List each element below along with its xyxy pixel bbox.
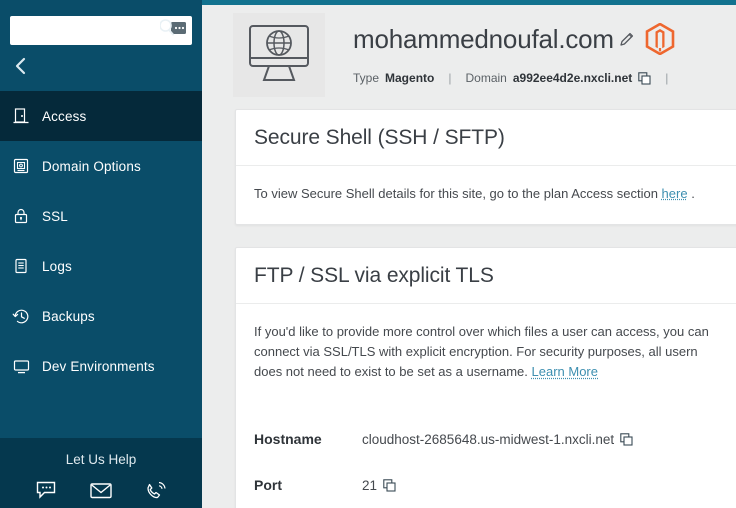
site-thumbnail [233,13,325,97]
site-header: mohammednoufal.com Type Magento | Domain… [205,5,736,109]
let-us-help-title: Let Us Help [65,452,137,467]
sidebar-item-label: Access [42,108,87,124]
ftp-description-line-2: connect via SSL/TLS with explicit encryp… [254,344,698,360]
separator: | [448,71,452,85]
sidebar-item-label: Backups [42,308,95,324]
type-label: Type [353,71,380,85]
page-title: mohammednoufal.com [353,23,614,54]
site-title-row: mohammednoufal.com [353,23,682,55]
ftp-description-line-3-text: does not need to exist to be set as a us… [254,364,532,380]
sidebar-collapse-row [0,45,202,87]
secure-shell-card-body: To view Secure Shell details for this si… [236,166,736,224]
ftp-description-line-3: does not need to exist to be set as a us… [254,362,736,382]
sidebar-item-label: Logs [42,258,72,274]
hostname-label: Hostname [254,430,322,447]
secure-shell-card-header: Secure Shell (SSH / SFTP) [236,110,736,166]
phone-icon[interactable] [143,478,169,502]
site-meta: mohammednoufal.com Type Magento | Domain… [325,13,682,85]
let-us-help-icons [0,478,202,502]
content-scroll-area: mohammednoufal.com Type Magento | Domain… [202,5,736,508]
ssh-here-link[interactable]: here [662,186,688,201]
sidebar: Access Domain Options SSL Logs Backups D… [0,0,202,508]
envelope-icon[interactable] [88,478,114,502]
access-door-icon [11,106,31,126]
copy-icon[interactable] [638,71,651,85]
trailing-separator: | [665,71,669,85]
search-icon[interactable] [159,19,188,42]
lock-icon [11,206,31,226]
clock-history-icon [11,306,31,326]
chevron-left-icon[interactable] [8,53,34,79]
hostname-value: cloudhost-2685648.us-midwest-1.nxcli.net [362,431,615,447]
copy-icon[interactable] [383,478,396,492]
sidebar-search-area [0,0,202,45]
secure-shell-text-after: . [687,186,695,201]
secure-shell-description: To view Secure Shell details for this si… [254,184,736,204]
chat-bubble-icon[interactable] [33,478,59,502]
secure-shell-card: Secure Shell (SSH / SFTP) To view Secure… [235,109,736,226]
hostname-row: Hostname cloudhost-2685648.us-midwest-1.… [236,431,736,447]
type-value: Magento [385,71,435,85]
sidebar-item-dev-environments[interactable]: Dev Environments [0,341,202,391]
sidebar-item-label: Dev Environments [42,358,155,374]
port-row: Port 21 [236,477,736,493]
ftp-ssl-card: FTP / SSL via explicit TLS If you'd like… [235,247,736,508]
magento-logo-icon[interactable] [645,23,675,55]
copy-icon[interactable] [620,432,633,446]
learn-more-link[interactable]: Learn More [532,364,598,379]
pencil-edit-icon[interactable] [618,31,635,48]
document-icon [11,256,31,276]
search-box[interactable] [10,16,192,45]
port-label: Port [254,476,282,493]
monitor-globe-icon [245,22,313,89]
sidebar-item-label: Domain Options [42,158,141,174]
sidebar-item-logs[interactable]: Logs [0,241,202,291]
secure-shell-text-before: To view Secure Shell details for this si… [254,186,662,201]
sidebar-item-backups[interactable]: Backups [0,291,202,341]
hostname-value-wrap: cloudhost-2685648.us-midwest-1.nxcli.net [362,432,633,447]
sidebar-item-ssl[interactable]: SSL [0,191,202,241]
ftp-ssl-card-body: If you'd like to provide more control ov… [236,304,736,402]
let-us-help-section: Let Us Help [0,438,202,508]
domain-label: Domain [465,71,507,85]
ftp-ssl-title: FTP / SSL via explicit TLS [254,264,494,288]
domain-value: a992ee4d2e.nxcli.net [512,71,633,85]
sidebar-item-domain-options[interactable]: Domain Options [0,141,202,191]
page-root: Access Domain Options SSL Logs Backups D… [0,0,736,508]
main-content: mohammednoufal.com Type Magento | Domain… [202,0,736,508]
secure-shell-title: Secure Shell (SSH / SFTP) [254,126,505,149]
domain-card-icon [11,156,31,176]
sidebar-item-label: SSL [42,208,68,224]
port-value-wrap: 21 [362,478,396,493]
site-subinfo: Type Magento | Domain a992ee4d2e.nxcli.n… [353,71,682,85]
port-value: 21 [362,477,378,493]
ftp-ssl-card-header: FTP / SSL via explicit TLS [236,248,736,305]
monitor-icon [11,356,31,376]
ftp-description-line-1: If you'd like to provide more control ov… [254,324,709,340]
sidebar-nav: Access Domain Options SSL Logs Backups D… [0,91,202,391]
sidebar-item-access[interactable]: Access [0,91,202,141]
